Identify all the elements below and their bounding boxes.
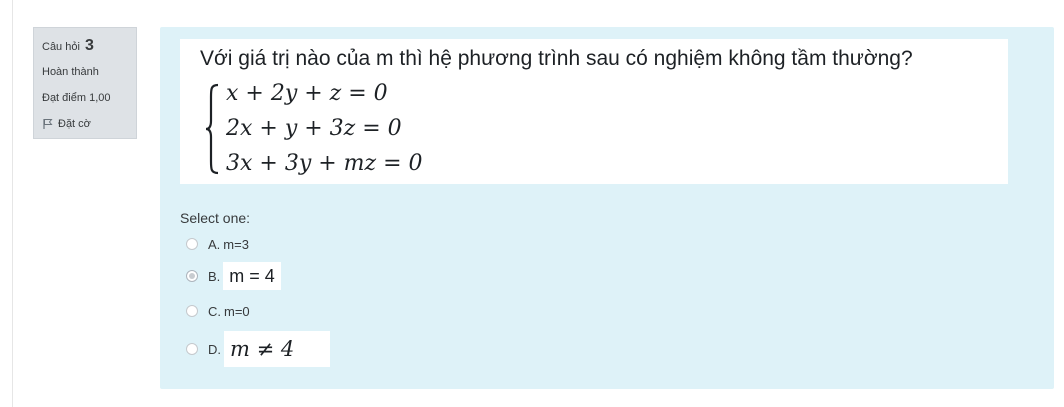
question-title: Với giá trị nào của m thì hệ phương trìn…: [200, 47, 913, 70]
question-info-panel: Câu hỏi 3 Hoàn thành Đạt điểm 1,00 Đặt c…: [33, 27, 137, 139]
option-d-letter: D.: [208, 341, 221, 357]
select-one-prompt: Select one:: [180, 210, 251, 226]
option-a-text: m=3: [223, 236, 249, 252]
equation-3: 3x + 3y + mz = 0: [226, 151, 423, 176]
flag-icon: [43, 119, 53, 129]
option-c[interactable]: C. m=0: [186, 299, 250, 323]
option-a[interactable]: A. m=3: [186, 232, 249, 256]
equation-system: x + 2y + z = 0 2x + y + 3z = 0 3x + 3y +…: [204, 81, 434, 176]
radio-d[interactable]: [186, 343, 198, 355]
option-d[interactable]: D. m ≠ 4: [186, 331, 330, 367]
option-c-text: m=0: [224, 303, 250, 319]
option-b-letter: B.: [208, 268, 221, 284]
flag-label: Đặt cờ: [58, 118, 91, 130]
radio-b[interactable]: [186, 270, 198, 282]
question-content: Với giá trị nào của m thì hệ phương trìn…: [160, 27, 1054, 389]
question-number-value: 3: [84, 37, 94, 54]
option-a-letter: A.: [208, 236, 221, 252]
radio-c[interactable]: [186, 305, 198, 317]
flag-question-button[interactable]: Đặt cờ: [42, 114, 136, 134]
question-text-box: Với giá trị nào của m thì hệ phương trìn…: [180, 39, 1008, 184]
question-status: Hoàn thành: [42, 66, 99, 78]
option-c-letter: C.: [208, 303, 221, 319]
left-divider: [12, 0, 13, 407]
option-d-text: m ≠ 4: [224, 331, 330, 367]
equation-1: x + 2y + z = 0: [226, 81, 388, 106]
option-b-text: m = 4: [223, 262, 281, 290]
question-label: Câu hỏi: [42, 41, 80, 53]
radio-a[interactable]: [186, 238, 198, 250]
option-b[interactable]: B. m = 4: [186, 262, 281, 290]
left-brace: [205, 83, 219, 175]
equation-2: 2x + y + 3z = 0: [226, 116, 402, 141]
question-grade: Đạt điểm 1,00: [42, 92, 111, 104]
question-number: Câu hỏi 3: [42, 36, 136, 56]
